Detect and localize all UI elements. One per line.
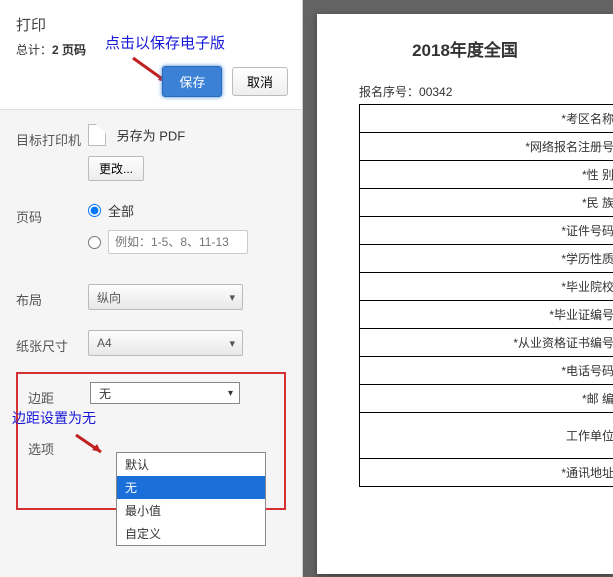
form-field-label: *学历性质 xyxy=(360,245,613,273)
form-field-label: *通讯地址 xyxy=(360,459,613,487)
form-field-label: *性 别 xyxy=(360,161,613,189)
pages-range-input[interactable] xyxy=(108,230,248,254)
form-field-label: 工作单位 xyxy=(360,413,613,459)
pdf-file-icon xyxy=(88,124,106,146)
save-button[interactable]: 保存 xyxy=(162,66,222,97)
margins-select[interactable]: 无 xyxy=(90,382,240,404)
form-field-label: *证件号码 xyxy=(360,217,613,245)
form-field-label: *邮 编 xyxy=(360,385,613,413)
paper-select[interactable]: A4 xyxy=(88,330,243,356)
destination-label: 目标打印机 xyxy=(16,124,88,149)
form-field-label: *电话号码 xyxy=(360,357,613,385)
layout-label: 布局 xyxy=(16,284,88,309)
pages-all-radio[interactable] xyxy=(88,204,101,217)
form-table: *考区名称*网络报名注册号*性 别*民 族*证件号码*学历性质*毕业院校*毕业证… xyxy=(359,104,613,487)
print-header: 打印 总计：2 页码 点击以保存电子版 保存 取消 xyxy=(0,0,302,110)
paper-label: 纸张尺寸 xyxy=(16,330,88,355)
preview-page: 2018年度全国 报名序号：00342 *考区名称*网络报名注册号*性 别*民 … xyxy=(317,14,613,574)
form-field-label: *网络报名注册号 xyxy=(360,133,613,161)
form-field-label: *考区名称 xyxy=(360,105,613,133)
print-preview-pane: 2018年度全国 报名序号：00342 *考区名称*网络报名注册号*性 别*民 … xyxy=(303,0,613,577)
registration-number: 报名序号：00342 xyxy=(359,83,613,100)
change-destination-button[interactable]: 更改... xyxy=(88,156,144,181)
form-field-label: *毕业院校 xyxy=(360,273,613,301)
margins-option[interactable]: 自定义 xyxy=(117,522,265,545)
pages-range-radio[interactable] xyxy=(88,236,101,249)
arrow-icon xyxy=(73,432,109,458)
cancel-button[interactable]: 取消 xyxy=(232,67,288,96)
margins-dropdown[interactable]: 默认无最小值自定义 xyxy=(116,452,266,546)
margins-option[interactable]: 无 xyxy=(117,476,265,499)
pages-label: 页码 xyxy=(16,201,88,226)
pages-all-label: 全部 xyxy=(108,201,134,220)
annotation-margin-hint: 边距设置为无 xyxy=(12,408,96,428)
document-title: 2018年度全国 xyxy=(317,36,613,61)
layout-select[interactable]: 纵向 xyxy=(88,284,243,310)
margins-option[interactable]: 默认 xyxy=(117,453,265,476)
form-field-label: *民 族 xyxy=(360,189,613,217)
destination-value: 另存为 PDF xyxy=(117,129,186,144)
margins-label: 边距 xyxy=(28,382,90,407)
form-field-label: *从业资格证书编号 xyxy=(360,329,613,357)
form-field-label: *毕业证编号 xyxy=(360,301,613,329)
annotation-save-hint: 点击以保存电子版 xyxy=(105,32,225,53)
margins-option[interactable]: 最小值 xyxy=(117,499,265,522)
